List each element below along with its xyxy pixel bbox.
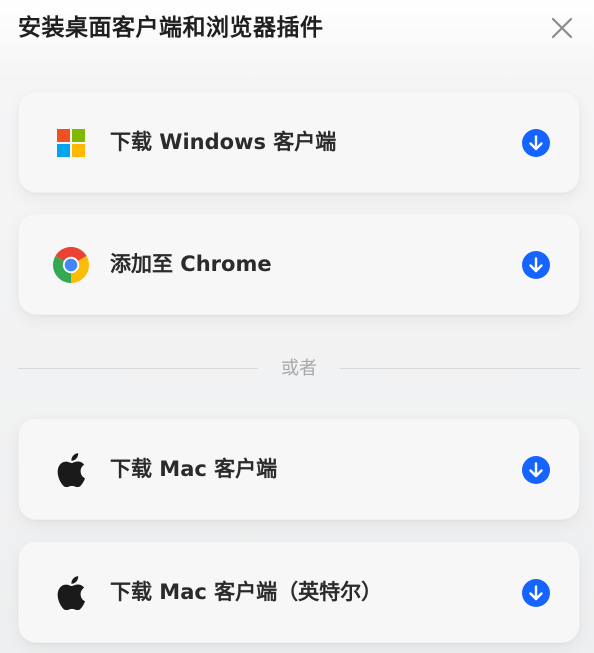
download-icon[interactable]	[522, 251, 550, 279]
close-button[interactable]	[548, 14, 576, 42]
divider-line-left	[18, 368, 258, 369]
divider-text: 或者	[281, 358, 317, 379]
add-to-chrome-option[interactable]: 添加至 Chrome	[18, 213, 580, 315]
chrome-logo-icon	[53, 247, 89, 283]
option-label: 下载 Windows 客户端	[110, 130, 337, 154]
close-icon	[551, 17, 573, 39]
option-label: 下载 Mac 客户端（英特尔）	[110, 580, 383, 604]
download-icon[interactable]	[522, 129, 550, 157]
download-mac-intel-option[interactable]: 下载 Mac 客户端（英特尔）	[18, 541, 580, 643]
divider-line-right	[340, 368, 580, 369]
dialog-title: 安装桌面客户端和浏览器插件	[18, 15, 324, 41]
download-icon[interactable]	[522, 456, 550, 484]
windows-logo-icon	[53, 125, 89, 161]
apple-logo-icon	[53, 575, 89, 611]
option-label: 添加至 Chrome	[110, 252, 272, 276]
option-label: 下载 Mac 客户端	[110, 457, 278, 481]
download-icon[interactable]	[522, 579, 550, 607]
apple-logo-icon	[53, 452, 89, 488]
download-windows-option[interactable]: 下载 Windows 客户端	[18, 91, 580, 193]
install-dialog: 安装桌面客户端和浏览器插件 下载 Windows 客户端 添加至 Chrome …	[0, 0, 594, 653]
download-mac-option[interactable]: 下载 Mac 客户端	[18, 418, 580, 520]
or-divider: 或者	[18, 355, 580, 383]
